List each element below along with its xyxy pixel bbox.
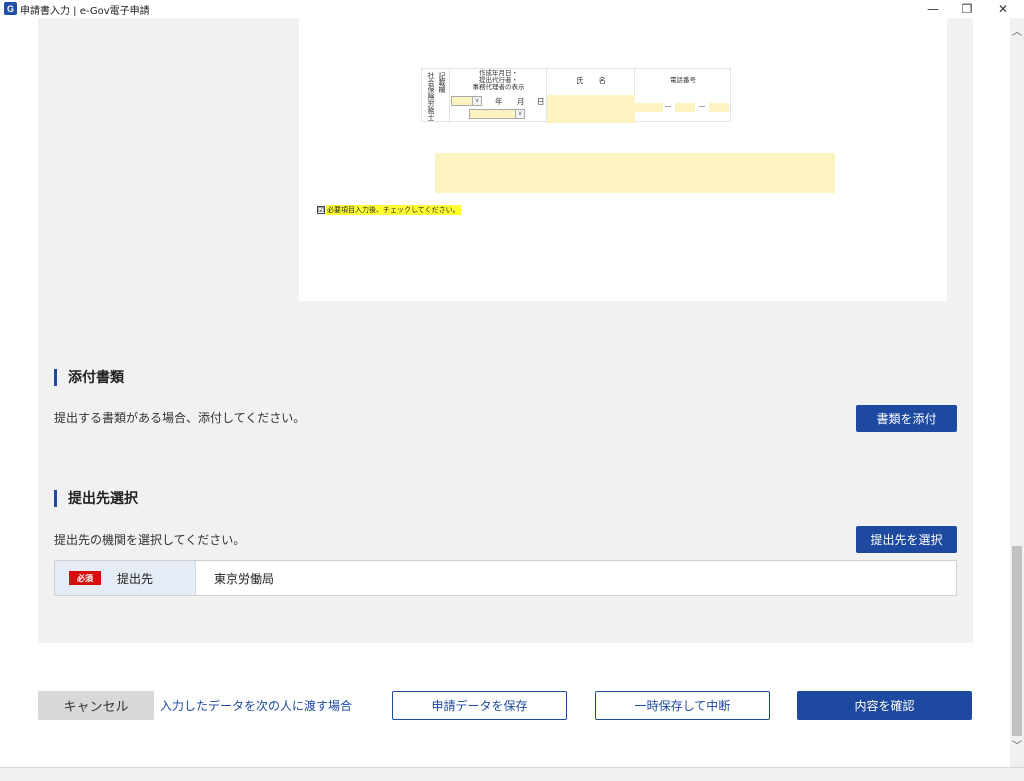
minimize-button[interactable]: — — [916, 0, 950, 18]
save-and-suspend-button[interactable]: 一時保存して中断 — [595, 691, 770, 720]
chevron-down-icon: v — [472, 97, 481, 105]
name-column-header: 氏 名 — [576, 76, 606, 85]
window-title-bar: G 申請書入力 | e-Gov電子申請 — ❐ ✕ — [0, 0, 1024, 18]
scrollbar-thumb[interactable] — [1012, 546, 1022, 736]
window-title: 申請書入力 | e-Gov電子申請 — [20, 6, 150, 17]
name-column: 氏 名 — [547, 69, 635, 123]
date-column-header: 作成年月日・ 提出代行者・ 事務代理者の表示 — [472, 69, 525, 91]
scroll-down-icon[interactable]: ﹀ — [1010, 740, 1024, 754]
vertical-label-1: 社会保険労務士 — [427, 72, 435, 121]
destination-field-label-cell: 必須 提出先 — [55, 561, 196, 595]
phone-separator-2: ― — [699, 103, 705, 110]
day-label: 日 — [537, 97, 545, 106]
form-document-preview: 社会保険労務士 記載欄 作成年月日・ 提出代行者・ 事務代理者の表示 v 年 月… — [299, 18, 947, 301]
era-select[interactable]: v — [451, 96, 482, 106]
page-content: 社会保険労務士 記載欄 作成年月日・ 提出代行者・ 事務代理者の表示 v 年 月… — [0, 18, 1010, 767]
confirm-checkbox-label: 必要項目入力後、チェックしてください。 — [326, 205, 461, 215]
phone-input-1[interactable] — [635, 103, 663, 112]
month-label: 月 — [517, 97, 525, 106]
close-window-button[interactable]: ✕ — [986, 0, 1020, 18]
chevron-down-icon: v — [515, 110, 524, 118]
destination-field-row: 必須 提出先 東京労働局 — [54, 560, 957, 596]
phone-input-2[interactable] — [675, 103, 695, 112]
phone-separator-1: ― — [665, 103, 671, 110]
vertical-label-2: 記載欄 — [438, 72, 446, 93]
phone-input-3[interactable] — [709, 103, 729, 112]
confirm-checkbox[interactable]: ☑ — [317, 206, 325, 214]
destination-heading: 提出先選択 — [54, 488, 138, 508]
attachments-heading-text: 添付書類 — [68, 370, 124, 386]
restore-button[interactable]: ❐ — [950, 0, 984, 18]
remarks-input[interactable] — [435, 153, 835, 193]
phone-column: 電話番号 ― ― — [635, 69, 731, 123]
heading-accent-bar — [54, 368, 57, 386]
save-application-data-button[interactable]: 申請データを保存 — [392, 691, 567, 720]
year-label: 年 — [495, 97, 503, 106]
attachments-description: 提出する書類がある場合、添付してください。 — [54, 411, 306, 425]
vertical-scrollbar[interactable]: ︿ ﹀ — [1010, 18, 1024, 767]
phone-column-header: 電話番号 — [670, 76, 696, 84]
destination-field-value: 東京労働局 — [214, 571, 275, 586]
required-badge: 必須 — [69, 571, 101, 585]
app-logo-icon: G — [4, 2, 17, 15]
window-status-bar — [0, 767, 1024, 781]
destination-heading-text: 提出先選択 — [68, 491, 138, 507]
name-input[interactable] — [547, 95, 635, 123]
form-panel: 社会保険労務士 記載欄 作成年月日・ 提出代行者・ 事務代理者の表示 v 年 月… — [38, 18, 973, 643]
heading-accent-bar — [54, 489, 57, 507]
destination-field-label: 提出先 — [117, 571, 154, 586]
destination-description: 提出先の機関を選択してください。 — [54, 533, 246, 547]
vertical-label-column: 社会保険労務士 記載欄 — [422, 69, 450, 123]
labor-consultant-table: 社会保険労務士 記載欄 作成年月日・ 提出代行者・ 事務代理者の表示 v 年 月… — [421, 68, 731, 123]
attachments-heading: 添付書類 — [54, 367, 124, 387]
confirm-checkbox-row[interactable]: ☑ 必要項目入力後、チェックしてください。 — [317, 205, 461, 215]
cancel-button[interactable]: キャンセル — [38, 691, 154, 720]
confirm-contents-button[interactable]: 内容を確認 — [797, 691, 972, 720]
scroll-up-icon[interactable]: ︿ — [1010, 26, 1024, 40]
representative-select[interactable]: v — [469, 109, 525, 119]
date-column: 作成年月日・ 提出代行者・ 事務代理者の表示 v 年 月 日 v — [450, 69, 547, 123]
select-destination-button[interactable]: 提出先を選択 — [856, 526, 957, 553]
attach-documents-button[interactable]: 書類を添付 — [856, 405, 957, 432]
pass-data-link[interactable]: 入力したデータを次の人に渡す場合 — [160, 697, 352, 714]
